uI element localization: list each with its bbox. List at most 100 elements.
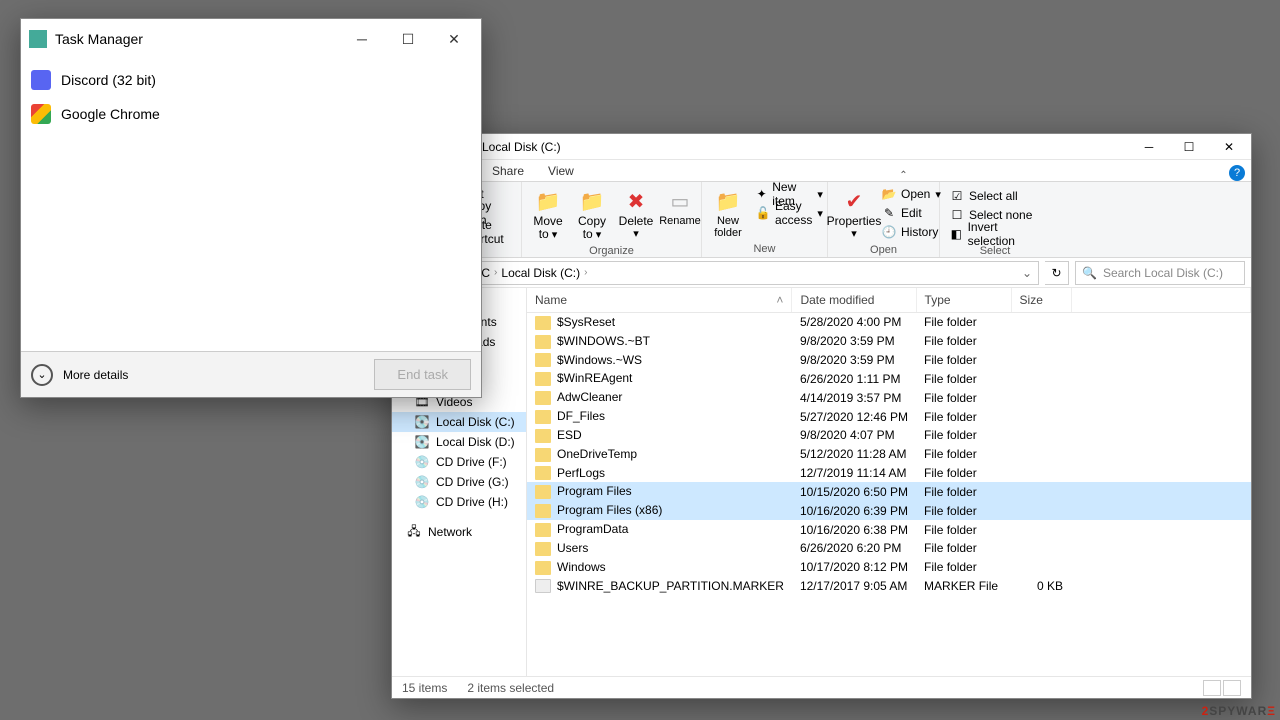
explorer-window: Local Disk (C:) ─ ☐ ✕ Share View ⌃ ? 📋 P… [391, 133, 1252, 699]
new-folder-button[interactable]: 📁New folder [708, 185, 748, 241]
nav-item[interactable]: 💽Local Disk (C:) [392, 412, 526, 432]
table-row[interactable]: $SysReset5/28/2020 4:00 PMFile folder [527, 313, 1251, 332]
copy-icon: 📁 [578, 187, 606, 215]
maximize-button[interactable]: ☐ [385, 24, 431, 54]
group-label: Organize [528, 243, 695, 259]
ribbon-collapse-icon[interactable]: ⌃ [899, 170, 907, 181]
table-row[interactable]: DF_Files5/27/2020 12:46 PMFile folder [527, 407, 1251, 426]
invert-icon: ◧ [950, 227, 963, 241]
process-row[interactable]: Google Chrome [21, 97, 481, 131]
table-row[interactable]: $WINRE_BACKUP_PARTITION.MARKER12/17/2017… [527, 577, 1251, 596]
folder-icon [535, 448, 551, 462]
network-icon: 🖧 [406, 525, 422, 539]
explorer-titlebar[interactable]: Local Disk (C:) ─ ☐ ✕ [392, 134, 1251, 160]
breadcrumb-item[interactable]: Local Disk (C:) [501, 266, 580, 280]
window-title: Local Disk (C:) [482, 140, 1129, 154]
app-icon [31, 70, 51, 90]
table-row[interactable]: $WINDOWS.~BT9/8/2020 3:59 PMFile folder [527, 332, 1251, 351]
folder-icon [535, 316, 551, 330]
search-input[interactable]: 🔍 Search Local Disk (C:) [1075, 261, 1245, 285]
folder-icon [535, 391, 551, 405]
ribbon: 📋 Paste ✂Cut ⧉Copy path ↗Paste shortcut … [392, 182, 1251, 258]
breadcrumb[interactable]: 💻 › This PC › Local Disk (C:) › ⌄ [414, 261, 1039, 285]
taskmgr-icon [29, 30, 47, 48]
group-label: Select [946, 243, 1044, 259]
search-icon: 🔍 [1082, 266, 1097, 280]
history-button[interactable]: 🕘History [878, 223, 945, 241]
close-button[interactable]: ✕ [431, 24, 477, 54]
move-icon: 📁 [534, 187, 562, 215]
group-label: New [708, 241, 821, 257]
new-item-icon: ✦ [756, 187, 767, 201]
nav-item[interactable]: 💽Local Disk (D:) [392, 432, 526, 452]
view-large-icon[interactable] [1223, 680, 1241, 696]
copy-to-button[interactable]: 📁Copy to ▾ [572, 185, 612, 243]
chevron-down-icon[interactable]: ⌄ [1022, 266, 1032, 280]
more-details-button[interactable]: ⌄ More details [31, 364, 128, 386]
col-size[interactable]: Size [1011, 288, 1071, 313]
table-row[interactable]: $WinREAgent6/26/2020 1:11 PMFile folder [527, 369, 1251, 388]
nav-item[interactable]: 💿CD Drive (H:) [392, 492, 526, 512]
process-row[interactable]: Discord (32 bit) [21, 63, 481, 97]
minimize-button[interactable]: ─ [339, 24, 385, 54]
table-row[interactable]: Windows10/17/2020 8:12 PMFile folder [527, 558, 1251, 577]
file-list: Name ˄ Date modified Type Size $SysReset… [527, 288, 1251, 676]
table-row[interactable]: Program Files (x86)10/16/2020 6:39 PMFil… [527, 501, 1251, 520]
edit-button[interactable]: ✎Edit [878, 204, 945, 222]
minimize-button[interactable]: ─ [1129, 135, 1169, 159]
easy-access-icon: 🔓 [756, 206, 770, 220]
table-row[interactable]: Program Files10/15/2020 6:50 PMFile fold… [527, 482, 1251, 501]
col-date[interactable]: Date modified [792, 288, 916, 313]
move-to-button[interactable]: 📁Move to ▾ [528, 185, 568, 243]
nav-item[interactable]: 💿CD Drive (F:) [392, 452, 526, 472]
col-type[interactable]: Type [916, 288, 1011, 313]
select-all-button[interactable]: ☑Select all [946, 187, 1044, 205]
drive-icon: 💽 [414, 435, 430, 449]
task-manager-window: Task Manager ─ ☐ ✕ Discord (32 bit) Googl… [20, 18, 482, 398]
table-row[interactable]: $Windows.~WS9/8/2020 3:59 PMFile folder [527, 351, 1251, 370]
folder-icon [535, 504, 551, 518]
drive-icon: 💿 [414, 475, 430, 489]
close-button[interactable]: ✕ [1209, 135, 1249, 159]
delete-button[interactable]: ✖Delete▾ [616, 185, 656, 243]
file-icon [535, 579, 551, 593]
table-row[interactable]: Users6/26/2020 6:20 PMFile folder [527, 539, 1251, 558]
folder-icon [535, 410, 551, 424]
properties-icon: ✔ [840, 187, 868, 215]
rename-button[interactable]: ▭Rename [660, 185, 700, 243]
folder-icon [535, 335, 551, 349]
table-row[interactable]: PerfLogs12/7/2019 11:14 AMFile folder [527, 464, 1251, 483]
refresh-button[interactable]: ↻ [1045, 261, 1069, 285]
watermark: 2SPYWARΞ [1202, 702, 1276, 720]
taskmgr-titlebar[interactable]: Task Manager ─ ☐ ✕ [21, 19, 481, 59]
table-row[interactable]: OneDriveTemp5/12/2020 11:28 AMFile folde… [527, 445, 1251, 464]
table-row[interactable]: ProgramData10/16/2020 6:38 PMFile folder [527, 520, 1251, 539]
help-icon[interactable]: ? [1229, 165, 1245, 181]
folder-icon [535, 561, 551, 575]
folder-icon [535, 372, 551, 386]
drive-icon: 💿 [414, 455, 430, 469]
folder-icon [535, 523, 551, 537]
maximize-button[interactable]: ☐ [1169, 135, 1209, 159]
open-icon: 📂 [882, 187, 896, 201]
nav-network[interactable]: 🖧Network [392, 522, 526, 542]
delete-icon: ✖ [622, 187, 650, 215]
end-task-button[interactable]: End task [374, 359, 471, 390]
group-label: Open [834, 242, 933, 258]
nav-item[interactable]: 💿CD Drive (G:) [392, 472, 526, 492]
invert-selection-button[interactable]: ◧Invert selection [946, 225, 1044, 243]
window-title: Task Manager [55, 31, 339, 47]
tab-share[interactable]: Share [480, 161, 536, 181]
new-folder-icon: 📁 [714, 187, 742, 215]
properties-button[interactable]: ✔Properties▾ [834, 185, 874, 242]
col-name[interactable]: Name ˄ [527, 288, 792, 313]
open-button[interactable]: 📂Open ▾ [878, 185, 945, 203]
table-row[interactable]: ESD9/8/2020 4:07 PMFile folder [527, 426, 1251, 445]
drive-icon: 💽 [414, 415, 430, 429]
edit-icon: ✎ [882, 206, 896, 220]
process-name: Google Chrome [61, 106, 160, 122]
view-details-icon[interactable] [1203, 680, 1221, 696]
easy-access-button[interactable]: 🔓Easy access ▾ [752, 204, 827, 222]
tab-view[interactable]: View [536, 161, 586, 181]
table-row[interactable]: AdwCleaner4/14/2019 3:57 PMFile folder [527, 388, 1251, 407]
